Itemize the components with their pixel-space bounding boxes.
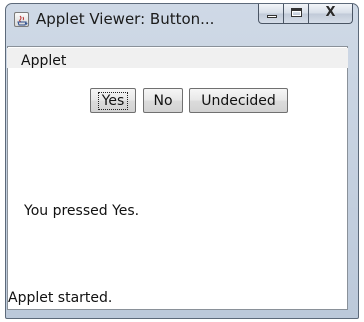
undecided-button-label: Undecided (201, 92, 276, 109)
yes-button[interactable]: Yes (90, 88, 136, 113)
minimize-button[interactable] (258, 4, 284, 24)
status-bar-text: Applet started. (8, 290, 113, 306)
java-applet-icon[interactable] (14, 12, 29, 27)
applet-client-area (7, 46, 348, 310)
minimize-icon (267, 15, 277, 18)
close-button[interactable]: X (309, 4, 353, 24)
no-button-label: No (153, 92, 173, 109)
menu-applet[interactable]: Applet (21, 53, 66, 69)
result-message: You pressed Yes. (24, 203, 140, 219)
undecided-button[interactable]: Undecided (189, 88, 288, 113)
window-title: Applet Viewer: Button... (36, 10, 215, 28)
no-button[interactable]: No (143, 88, 183, 113)
title-bar[interactable]: Applet Viewer: Button... X (6, 4, 358, 34)
close-icon: X (325, 5, 336, 20)
yes-button-label: Yes (97, 91, 129, 110)
maximize-button[interactable] (284, 4, 309, 24)
maximize-icon (291, 8, 302, 17)
caption-buttons: X (258, 4, 353, 24)
